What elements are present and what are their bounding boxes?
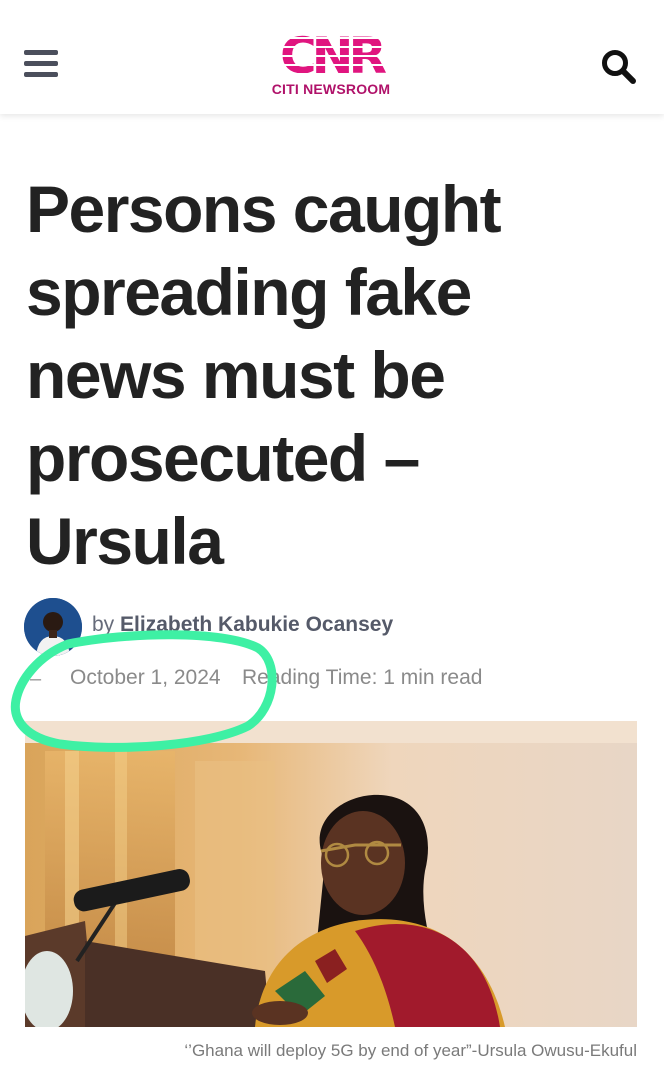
logo-subtitle: CITI NEWSROOM bbox=[271, 81, 391, 97]
search-icon[interactable] bbox=[600, 48, 638, 86]
photo-caption: ‘’Ghana will deploy 5G by end of year”-U… bbox=[184, 1041, 637, 1060]
author-byline: by Elizabeth Kabukie Ocansey bbox=[92, 613, 393, 637]
site-header: CNR CITI NEWSROOM bbox=[0, 0, 664, 114]
article-photo bbox=[25, 721, 637, 1027]
author-link[interactable]: Elizabeth Kabukie Ocansey bbox=[120, 613, 393, 636]
publish-date: October 1, 2024 bbox=[70, 666, 221, 689]
article-headline: Persons caught spreading fake news must … bbox=[26, 172, 502, 578]
author-avatar[interactable] bbox=[24, 598, 82, 656]
date-prefix: – bbox=[30, 668, 42, 690]
logo-mark: CNR bbox=[266, 30, 396, 82]
site-logo[interactable]: CNR CITI NEWSROOM bbox=[266, 30, 396, 100]
hamburger-menu-icon[interactable] bbox=[24, 50, 58, 78]
reading-time: Reading Time: 1 min read bbox=[242, 666, 483, 689]
byline-prefix: by bbox=[92, 613, 115, 636]
